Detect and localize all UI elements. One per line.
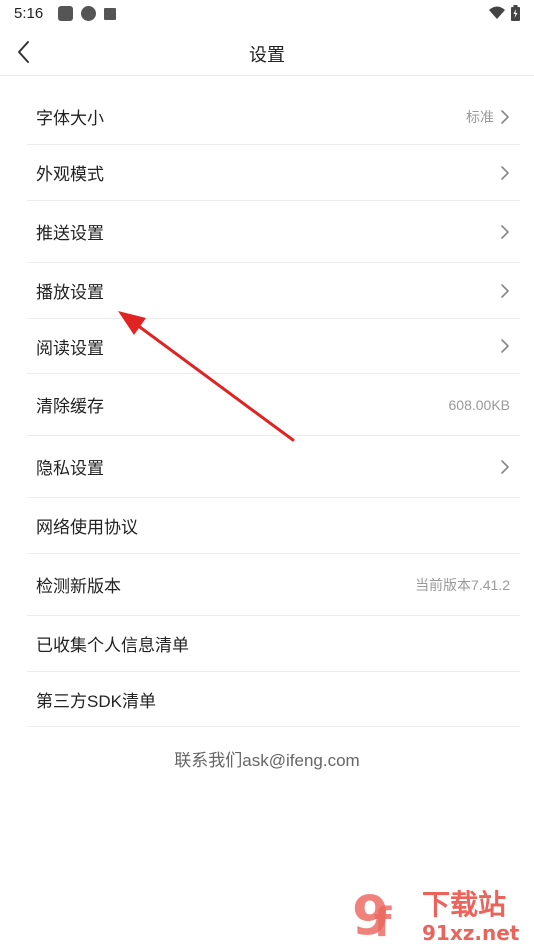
settings-row-right bbox=[500, 165, 510, 181]
chevron-right-icon bbox=[501, 459, 509, 474]
settings-row-right: 当前版本7.41.2 bbox=[415, 575, 510, 595]
weibo-icon bbox=[58, 6, 73, 21]
settings-row-value: 标准 bbox=[466, 108, 494, 125]
settings-row-label: 网络使用协议 bbox=[36, 518, 138, 537]
a-icon bbox=[104, 8, 116, 20]
settings-row[interactable]: 播放设置 bbox=[27, 263, 520, 319]
settings-row[interactable]: 第三方SDK清单 bbox=[27, 672, 520, 727]
system-icons bbox=[489, 5, 520, 21]
settings-row-value: 608.00KB bbox=[448, 396, 511, 413]
settings-row[interactable]: 网络使用协议 bbox=[27, 498, 520, 554]
settings-row-label: 清除缓存 bbox=[36, 397, 104, 416]
app-icon bbox=[81, 6, 96, 21]
svg-text:下载站: 下载站 bbox=[422, 888, 506, 921]
settings-row[interactable]: 清除缓存 608.00KB bbox=[27, 374, 520, 436]
chevron-right-icon bbox=[501, 283, 509, 298]
status-bar: 5:16 bbox=[0, 0, 534, 28]
status-time: 5:16 bbox=[14, 5, 44, 22]
settings-list: 字体大小 标准外观模式推送设置播放设置阅读设置清除缓存 608.00KB 隐私设置网络… bbox=[27, 89, 520, 727]
settings-row-label: 阅读设置 bbox=[36, 338, 104, 358]
settings-row-label: 第三方SDK清单 bbox=[36, 691, 156, 711]
watermark-logo: 9 f 下载站 91xz.net bbox=[352, 884, 520, 946]
battery-icon bbox=[511, 5, 520, 21]
settings-row-right bbox=[500, 283, 510, 299]
page-title: 设置 bbox=[249, 45, 285, 65]
chevron-right-icon bbox=[501, 224, 509, 239]
settings-row-right bbox=[500, 459, 510, 475]
settings-row[interactable]: 检测新版本 当前版本7.41.2 bbox=[27, 554, 520, 616]
settings-row-label: 外观模式 bbox=[36, 165, 104, 184]
settings-row-label: 隐私设置 bbox=[36, 459, 104, 478]
notification-icons bbox=[58, 6, 116, 21]
settings-row[interactable]: 隐私设置 bbox=[27, 436, 520, 498]
wifi-icon bbox=[489, 6, 505, 19]
chevron-right-icon bbox=[501, 339, 509, 353]
chevron-right-icon bbox=[501, 109, 509, 124]
settings-row-label: 播放设置 bbox=[36, 283, 104, 302]
settings-row-label: 已收集个人信息清单 bbox=[36, 636, 189, 655]
chevron-right-icon bbox=[501, 165, 509, 180]
settings-row-label: 字体大小 bbox=[36, 109, 104, 128]
settings-row[interactable]: 推送设置 bbox=[27, 201, 520, 263]
settings-row-label: 推送设置 bbox=[36, 224, 104, 243]
nav-bar: 设置 bbox=[0, 28, 534, 76]
settings-row-value: 当前版本7.41.2 bbox=[415, 576, 510, 593]
settings-row-label: 检测新版本 bbox=[36, 577, 121, 596]
svg-text:91xz.net: 91xz.net bbox=[422, 921, 520, 945]
settings-row[interactable]: 外观模式 bbox=[27, 145, 520, 201]
settings-row-right: 标准 bbox=[466, 107, 510, 127]
svg-text:f: f bbox=[374, 900, 392, 946]
settings-row-right bbox=[500, 224, 510, 240]
settings-row-right bbox=[500, 338, 510, 354]
settings-row-right: 608.00KB bbox=[449, 397, 511, 413]
settings-row[interactable]: 已收集个人信息清单 bbox=[27, 616, 520, 672]
settings-row[interactable]: 字体大小 标准 bbox=[27, 89, 520, 145]
settings-row[interactable]: 阅读设置 bbox=[27, 319, 520, 374]
contact-link[interactable]: 联系我们ask@ifeng.com bbox=[0, 746, 534, 771]
